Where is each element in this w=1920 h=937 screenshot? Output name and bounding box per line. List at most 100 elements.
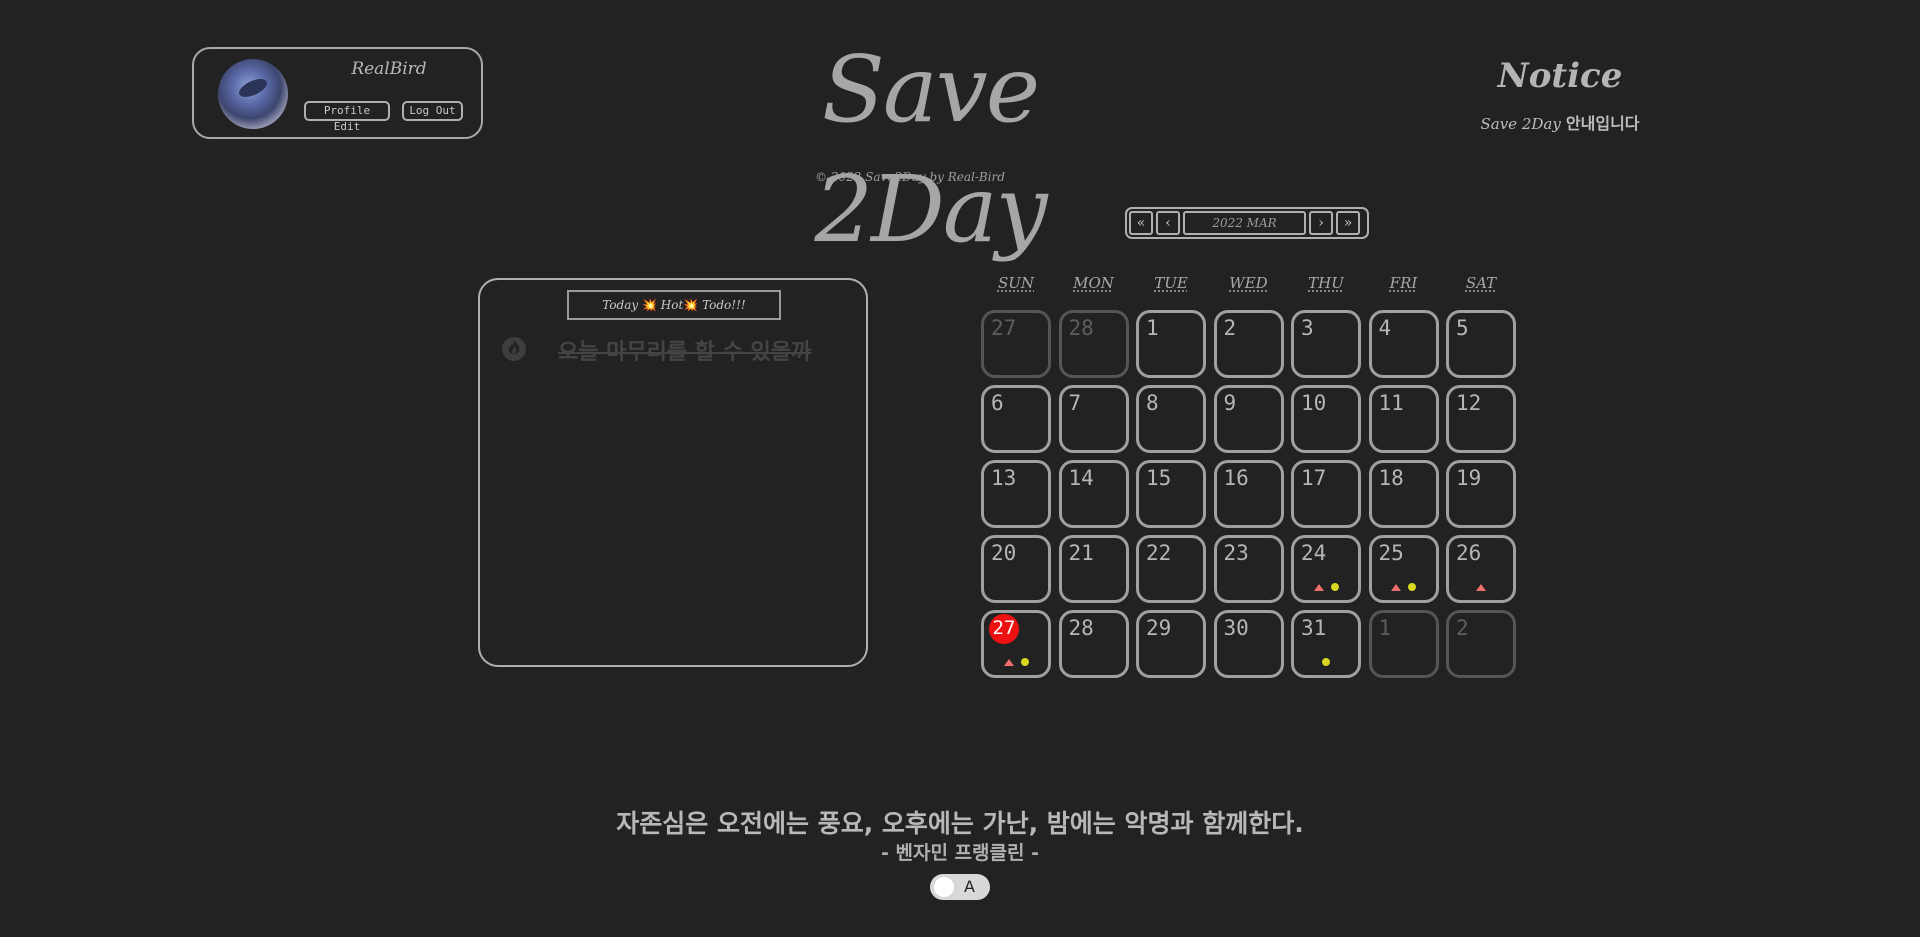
event-markers xyxy=(984,657,1048,667)
notice-message: 안내입니다 xyxy=(1565,114,1640,133)
prev-year-button[interactable]: « xyxy=(1129,211,1153,235)
calendar-day[interactable]: 25 xyxy=(1368,535,1439,603)
notice-brand: Save 2Day xyxy=(1480,115,1561,133)
calendar-day[interactable]: 21 xyxy=(1058,535,1129,603)
profile-name: RealBird xyxy=(351,59,427,79)
day-number: 6 xyxy=(991,391,1004,415)
calendar-day[interactable]: 6 xyxy=(981,385,1051,453)
next-month-button[interactable]: › xyxy=(1309,211,1333,235)
day-number: 19 xyxy=(1456,466,1482,490)
day-number: 14 xyxy=(1068,466,1094,490)
calendar-day[interactable]: 11 xyxy=(1368,385,1439,453)
calendar-day[interactable]: 20 xyxy=(981,535,1051,603)
calendar-day[interactable]: 9 xyxy=(1213,385,1284,453)
calendar-day[interactable]: 15 xyxy=(1136,460,1206,528)
day-number: 1 xyxy=(1378,616,1392,640)
day-number: 18 xyxy=(1378,466,1404,490)
calendar-day[interactable]: 19 xyxy=(1446,460,1516,528)
calendar-day[interactable]: 3 xyxy=(1291,310,1361,378)
todo-header-today: Today xyxy=(602,298,639,312)
calendar-day[interactable]: 13 xyxy=(981,460,1051,528)
todo-header: Today 💥 Hot💥 Todo!!! xyxy=(567,290,781,320)
dot-marker-icon xyxy=(1408,583,1416,591)
day-number: 29 xyxy=(1146,616,1172,640)
calendar-day[interactable]: 8 xyxy=(1136,385,1206,453)
calendar-day[interactable]: 29 xyxy=(1136,610,1206,678)
profile-card: RealBird Profile Edit Log Out xyxy=(192,47,483,139)
event-markers xyxy=(1372,582,1436,592)
triangle-marker-icon xyxy=(1391,583,1401,591)
todo-header-hot: Hot xyxy=(660,298,684,312)
day-number: 3 xyxy=(1301,316,1314,340)
calendar-day[interactable]: 28 xyxy=(1058,610,1129,678)
triangle-marker-icon xyxy=(1003,658,1014,666)
logout-button[interactable]: Log Out xyxy=(402,101,463,121)
day-number: 21 xyxy=(1068,541,1094,565)
calendar-day[interactable]: 4 xyxy=(1368,310,1439,378)
calendar-day[interactable]: 1 xyxy=(1136,310,1206,378)
calendar-day[interactable]: 12 xyxy=(1446,385,1516,453)
calendar-day[interactable]: 2 xyxy=(1213,310,1284,378)
day-number: 31 xyxy=(1301,616,1327,640)
calendar-day[interactable]: 26 xyxy=(1446,535,1516,603)
weekday-mon: MON xyxy=(1073,274,1114,292)
day-number: 23 xyxy=(1223,541,1249,565)
event-markers xyxy=(1294,582,1358,592)
calendar-day[interactable]: 14 xyxy=(1058,460,1129,528)
day-number: 22 xyxy=(1146,541,1172,565)
day-number: 9 xyxy=(1223,391,1237,415)
dot-marker-icon xyxy=(1020,658,1029,666)
next-year-button[interactable]: » xyxy=(1336,211,1360,235)
day-number: 2 xyxy=(1223,316,1237,340)
calendar-day[interactable]: 27 xyxy=(981,310,1051,378)
calendar-day[interactable]: 7 xyxy=(1058,385,1129,453)
weekday-sat: SAT xyxy=(1465,274,1497,292)
weekday-thu: THU xyxy=(1308,274,1344,292)
calendar-day[interactable]: 30 xyxy=(1213,610,1284,678)
calendar-day[interactable]: 28 xyxy=(1058,310,1129,378)
notice-text[interactable]: Save 2Day 안내입니다 xyxy=(1450,110,1670,134)
spark-icon: 💥 xyxy=(683,298,699,312)
prev-month-button[interactable]: ‹ xyxy=(1156,211,1180,235)
app-title: Save 2Day xyxy=(814,36,1047,263)
calendar-day[interactable]: 2 xyxy=(1446,610,1516,678)
calendar-day[interactable]: 10 xyxy=(1291,385,1361,453)
theme-toggle[interactable]: A xyxy=(930,874,990,900)
calendar-day[interactable]: 5 xyxy=(1446,310,1516,378)
calendar-day[interactable]: 17 xyxy=(1291,460,1361,528)
calendar-day[interactable]: 24 xyxy=(1291,535,1361,603)
event-markers xyxy=(1294,657,1358,667)
fire-icon[interactable] xyxy=(500,334,528,362)
calendar-day-today[interactable]: 27 xyxy=(981,610,1051,678)
notice-title[interactable]: Notice xyxy=(1480,56,1640,96)
day-number: 16 xyxy=(1223,466,1249,490)
day-number: 13 xyxy=(991,466,1017,490)
month-nav: « ‹ 2022 MAR › » xyxy=(1125,207,1369,239)
todo-header-todo: Todo!!! xyxy=(702,298,746,312)
toggle-knob[interactable] xyxy=(934,877,954,897)
avatar[interactable] xyxy=(218,59,288,129)
day-number: 28 xyxy=(1068,616,1094,640)
day-number: 27 xyxy=(991,316,1017,340)
day-number: 24 xyxy=(1301,541,1327,565)
calendar-day[interactable]: 23 xyxy=(1213,535,1284,603)
day-number: 26 xyxy=(1456,541,1482,565)
weekday-tue: TUE xyxy=(1154,274,1188,292)
copyright: © 2022 Save2Day by Real-Bird xyxy=(815,170,1005,184)
weekday-fri: FRI xyxy=(1389,274,1418,292)
quote-text: 자존심은 오전에는 풍요, 오후에는 가난, 밤에는 악명과 함께한다. xyxy=(616,809,1304,838)
calendar-day[interactable]: 22 xyxy=(1136,535,1206,603)
toggle-label: A xyxy=(964,877,975,896)
day-number: 17 xyxy=(1301,466,1327,490)
calendar-day[interactable]: 16 xyxy=(1213,460,1284,528)
day-number: 12 xyxy=(1456,391,1482,415)
todo-panel: Today 💥 Hot💥 Todo!!! 오늘 마무리를 할 수 있을까 xyxy=(478,278,868,667)
month-label: 2022 MAR xyxy=(1183,211,1306,235)
todo-item[interactable]: 오늘 마무리를 할 수 있을까 xyxy=(498,332,838,365)
calendar-day[interactable]: 31 xyxy=(1291,610,1361,678)
profile-edit-button[interactable]: Profile Edit xyxy=(304,101,390,133)
calendar-day[interactable]: 18 xyxy=(1368,460,1439,528)
calendar-day[interactable]: 1 xyxy=(1368,610,1439,678)
event-markers xyxy=(1449,582,1513,592)
day-number: 15 xyxy=(1146,466,1172,490)
